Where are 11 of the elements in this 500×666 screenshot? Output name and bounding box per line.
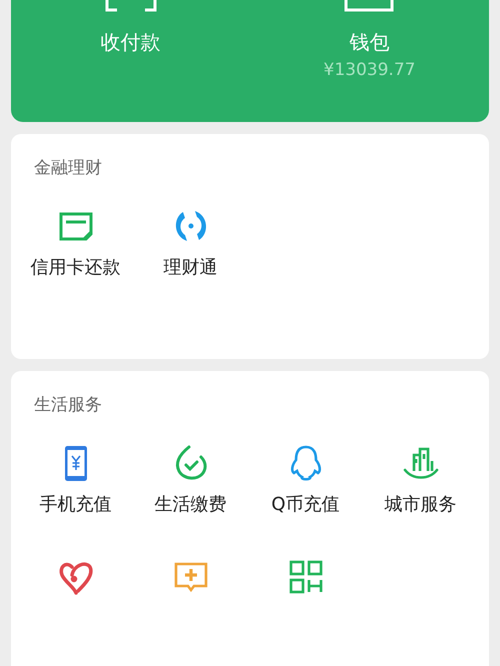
section-title: 生活服务 [33,394,103,417]
service-item[interactable]: 城市服务 [363,443,478,517]
section-title: 金融理财 [33,157,103,180]
header-label: 钱包 [350,29,390,55]
service-item[interactable]: 手机充值 [18,443,133,517]
balance-amount: ¥13039.77 [324,59,416,81]
service-item[interactable]: 生活缴费 [133,443,248,517]
service-item[interactable]: Q币充值 [248,443,363,517]
header-label: 收付款 [100,29,160,55]
service-item[interactable]: 理财通 [133,206,248,280]
service-item[interactable]: 信用卡还款 [18,206,133,280]
